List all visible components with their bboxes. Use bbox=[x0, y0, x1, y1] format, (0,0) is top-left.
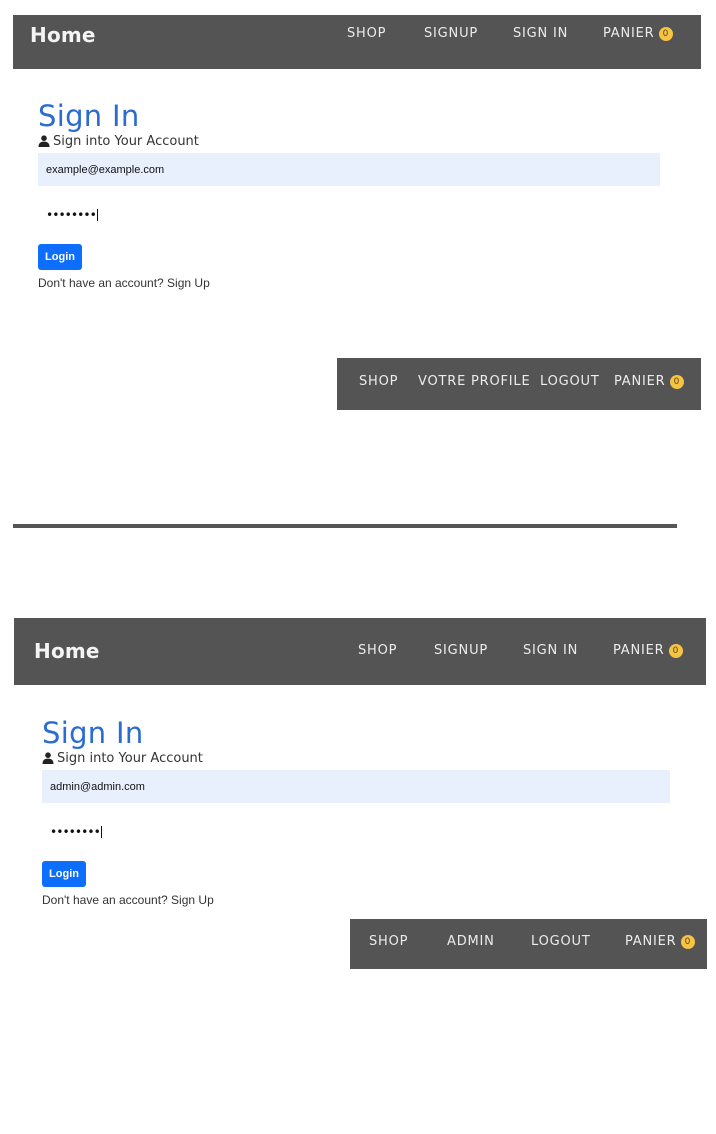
signup-prompt[interactable]: Don't have an account? Sign Up bbox=[42, 893, 214, 907]
login-button[interactable]: Login bbox=[38, 244, 82, 270]
brand-home-link[interactable]: Home bbox=[30, 23, 96, 47]
user-icon bbox=[38, 135, 50, 147]
cart-count-badge: 0 bbox=[669, 375, 684, 389]
panier-label: PANIER bbox=[614, 374, 666, 389]
password-field[interactable]: •••••••• bbox=[50, 825, 102, 839]
text-caret bbox=[100, 826, 102, 838]
nav-link-shop[interactable]: SHOP bbox=[369, 934, 408, 949]
panier-label: PANIER bbox=[603, 26, 655, 41]
nav-link-panier[interactable]: PANIER 0 bbox=[613, 643, 683, 658]
login-button[interactable]: Login bbox=[42, 861, 86, 887]
password-mask: •••••••• bbox=[50, 825, 101, 839]
user-icon bbox=[42, 752, 54, 764]
nav-link-logout[interactable]: LOGOUT bbox=[531, 934, 591, 949]
nav-link-panier[interactable]: PANIER 0 bbox=[625, 934, 695, 949]
text-caret bbox=[96, 209, 98, 221]
nav-link-votre-profile[interactable]: VOTRE PROFILE bbox=[418, 374, 531, 389]
nav-link-signup[interactable]: SIGNUP bbox=[434, 643, 488, 658]
nav-link-sign-in[interactable]: SIGN IN bbox=[513, 26, 568, 41]
nav-link-panier[interactable]: PANIER 0 bbox=[603, 26, 673, 41]
navbar-user: SHOP VOTRE PROFILE LOGOUT PANIER 0 bbox=[337, 358, 701, 410]
nav-link-panier[interactable]: PANIER 0 bbox=[614, 374, 684, 389]
brand-home-link[interactable]: Home bbox=[34, 639, 100, 663]
page-title: Sign In bbox=[38, 99, 140, 133]
cart-count-badge: 0 bbox=[658, 27, 673, 41]
panier-label: PANIER bbox=[625, 934, 677, 949]
navbar-guest: Home SHOP SIGNUP SIGN IN PANIER 0 bbox=[14, 618, 706, 685]
panier-label: PANIER bbox=[613, 643, 665, 658]
sign-in-subtitle: Sign into Your Account bbox=[38, 134, 199, 149]
email-field[interactable] bbox=[42, 770, 670, 803]
sign-in-subtitle: Sign into Your Account bbox=[42, 751, 203, 766]
password-field[interactable]: •••••••• bbox=[46, 208, 98, 222]
section-divider bbox=[13, 524, 677, 528]
nav-link-shop[interactable]: SHOP bbox=[347, 26, 386, 41]
page-title: Sign In bbox=[42, 716, 144, 750]
nav-link-shop[interactable]: SHOP bbox=[358, 643, 397, 658]
navbar-guest: Home SHOP SIGNUP SIGN IN PANIER 0 bbox=[13, 15, 701, 69]
cart-count-badge: 0 bbox=[668, 644, 683, 658]
sign-in-subtitle-text: Sign into Your Account bbox=[53, 134, 199, 149]
sign-in-subtitle-text: Sign into Your Account bbox=[57, 751, 203, 766]
nav-link-logout[interactable]: LOGOUT bbox=[540, 374, 600, 389]
nav-link-signup[interactable]: SIGNUP bbox=[424, 26, 478, 41]
password-mask: •••••••• bbox=[46, 208, 97, 222]
nav-link-sign-in[interactable]: SIGN IN bbox=[523, 643, 578, 658]
navbar-admin: SHOP ADMIN LOGOUT PANIER 0 bbox=[350, 919, 707, 969]
cart-count-badge: 0 bbox=[680, 935, 695, 949]
nav-link-admin[interactable]: ADMIN bbox=[447, 934, 495, 949]
nav-link-shop[interactable]: SHOP bbox=[359, 374, 398, 389]
signup-prompt[interactable]: Don't have an account? Sign Up bbox=[38, 276, 210, 290]
email-field[interactable] bbox=[38, 153, 660, 186]
